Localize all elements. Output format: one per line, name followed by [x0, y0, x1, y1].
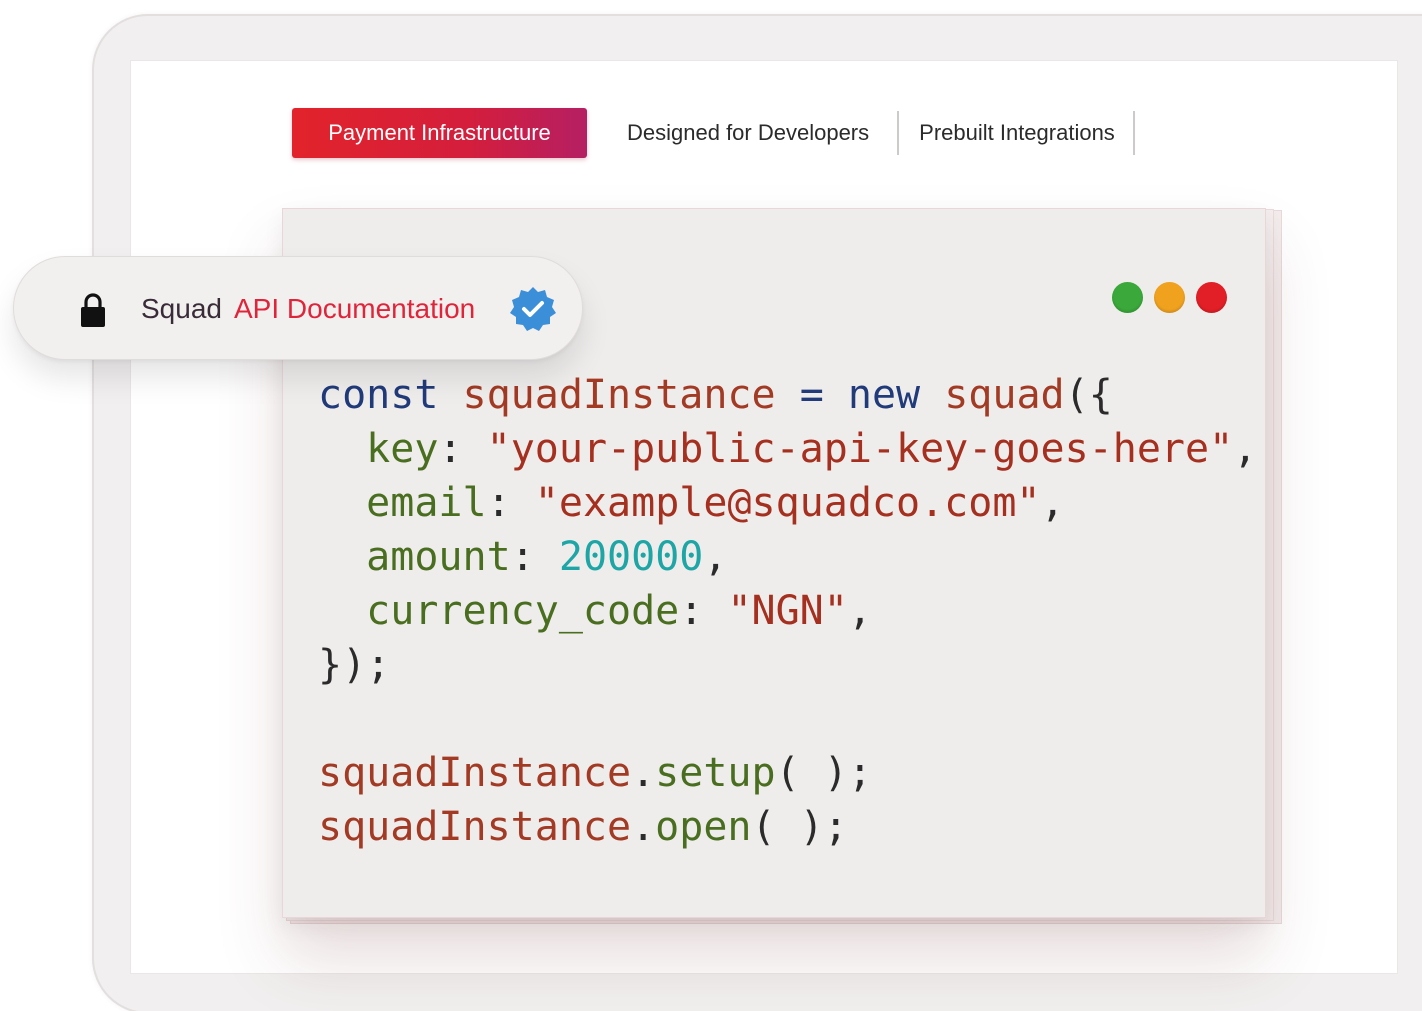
- code-keyword: new: [847, 372, 921, 418]
- tab-payment-infrastructure[interactable]: Payment Infrastructure: [292, 108, 587, 158]
- code-property: currency_code: [366, 588, 680, 634]
- code-string: "your-public-api-key-goes-here": [486, 426, 1234, 472]
- code-variable: squadInstance: [318, 804, 632, 850]
- code-line-6: });: [318, 642, 391, 688]
- code-punctuation: ,: [1040, 480, 1065, 526]
- code-method: setup: [655, 750, 776, 796]
- yellow-dot-icon[interactable]: [1154, 282, 1185, 313]
- stage: Payment Infrastructure Designed for Deve…: [0, 0, 1422, 1011]
- code-punctuation: .: [631, 750, 656, 796]
- code-property: amount: [366, 534, 511, 580]
- code-number: 200000: [558, 534, 704, 580]
- verified-badge-icon: [510, 287, 556, 331]
- tab-bar: Payment Infrastructure Designed for Deve…: [292, 108, 1135, 158]
- code-punctuation: :: [510, 534, 535, 580]
- code-punctuation: ( );: [751, 804, 848, 850]
- code-punctuation: :: [486, 480, 511, 526]
- code-punctuation: :: [438, 426, 463, 472]
- code-function: squad: [944, 372, 1065, 418]
- code-property: email: [366, 480, 487, 526]
- code-line-9: squadInstance.open( );: [318, 804, 848, 850]
- api-documentation-link[interactable]: API Documentation: [234, 293, 475, 325]
- code-punctuation: ,: [847, 588, 872, 634]
- code-punctuation: ,: [703, 534, 728, 580]
- code-punctuation: ({: [1064, 372, 1113, 418]
- code-line-2: key: "your-public-api-key-goes-here",: [318, 426, 1257, 472]
- site-brand: Squad: [141, 293, 222, 324]
- code-punctuation: .: [631, 804, 656, 850]
- code-operator: =: [799, 372, 824, 418]
- lock-icon: [81, 293, 105, 327]
- code-punctuation: :: [679, 588, 704, 634]
- code-punctuation: ,: [1233, 426, 1258, 472]
- code-line-8: squadInstance.setup( );: [318, 750, 872, 796]
- code-line-4: amount: 200000,: [318, 534, 727, 580]
- code-variable: squadInstance: [318, 750, 632, 796]
- code-string: "example@squadco.com": [534, 480, 1041, 526]
- code-snippet: const squadInstance = new squad({ key: "…: [318, 368, 1257, 854]
- red-dot-icon[interactable]: [1196, 282, 1227, 313]
- code-line-5: currency_code: "NGN",: [318, 588, 872, 634]
- code-line-1: const squadInstance = new squad({: [318, 372, 1113, 418]
- code-punctuation: ( );: [775, 750, 872, 796]
- tab-designed-for-developers[interactable]: Designed for Developers: [627, 108, 897, 158]
- tab-prebuilt-integrations[interactable]: Prebuilt Integrations: [899, 108, 1133, 158]
- code-property: key: [366, 426, 439, 472]
- code-keyword: const: [318, 372, 439, 418]
- address-bar[interactable]: Squad API Documentation: [13, 256, 583, 360]
- green-dot-icon[interactable]: [1112, 282, 1143, 313]
- window-controls: [1112, 282, 1227, 313]
- code-variable: squadInstance: [462, 372, 776, 418]
- code-method: open: [655, 804, 752, 850]
- tab-separator: [1132, 111, 1135, 155]
- code-line-3: email: "example@squadco.com",: [318, 480, 1065, 526]
- code-string: "NGN": [727, 588, 848, 634]
